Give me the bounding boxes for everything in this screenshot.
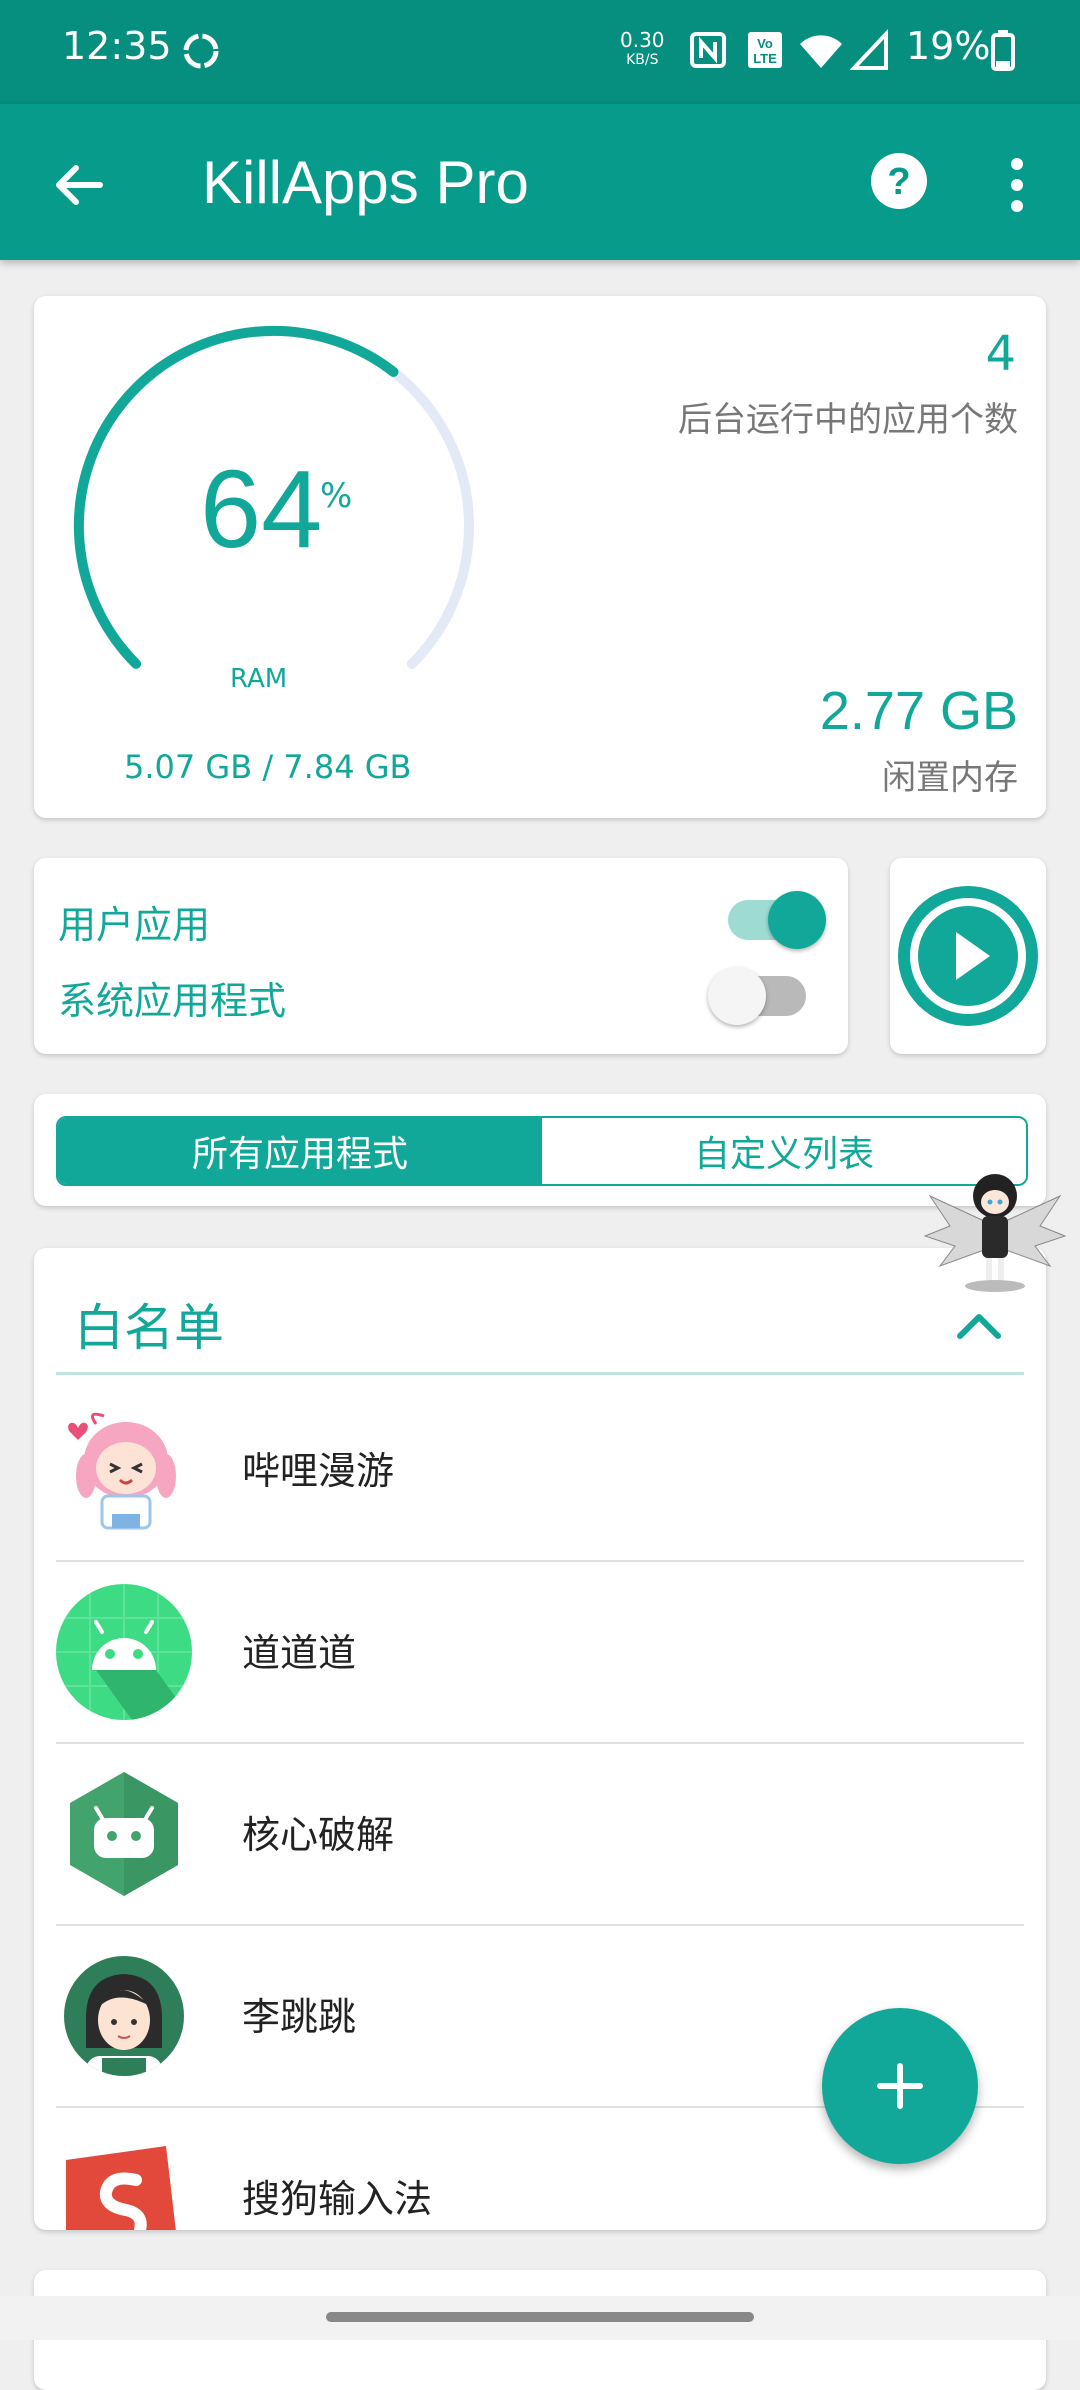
signal-icon bbox=[850, 28, 888, 70]
battery-percent: 19% bbox=[906, 24, 991, 68]
list-item[interactable]: 核心破解 bbox=[56, 1742, 1024, 1926]
tab-all-apps[interactable]: 所有应用程式 bbox=[58, 1118, 542, 1184]
core-patch-app-icon bbox=[70, 1772, 178, 1896]
ram-percent-sign: % bbox=[320, 476, 353, 516]
segmented-tabs: 所有应用程式 自定义列表 bbox=[56, 1116, 1028, 1186]
sync-icon bbox=[183, 33, 219, 69]
ram-label: RAM bbox=[230, 664, 288, 694]
ram-card: 64 % RAM 5.07 GB / 7.84 GB 4 后台运行中的应用个数 … bbox=[34, 296, 1046, 818]
home-gesture-handle[interactable] bbox=[326, 2312, 754, 2322]
app-name: 核心破解 bbox=[242, 1813, 395, 1857]
kill-apps-card bbox=[890, 858, 1046, 1054]
android-app-icon bbox=[56, 1584, 192, 1720]
wifi-icon bbox=[800, 35, 842, 68]
app-name: 李跳跳 bbox=[242, 1995, 357, 2039]
status-time: 12:35 bbox=[62, 24, 172, 68]
li-tiaotiao-app-icon bbox=[64, 1956, 184, 2076]
free-memory-value: 2.77 GB bbox=[819, 681, 1018, 741]
app-title: KillApps Pro bbox=[202, 149, 529, 216]
ram-used-total: 5.07 GB / 7.84 GB bbox=[124, 748, 412, 786]
ram-percent: 64 bbox=[200, 448, 323, 571]
volte-icon: Vo LTE bbox=[748, 32, 782, 68]
svg-text:LTE: LTE bbox=[753, 51, 777, 66]
chevron-up-icon[interactable] bbox=[954, 1308, 1004, 1342]
background-app-label: 后台运行中的应用个数 bbox=[678, 400, 1018, 440]
switch-knob bbox=[708, 967, 766, 1025]
list-item[interactable]: 哔哩漫游 bbox=[56, 1378, 1024, 1562]
plus-icon bbox=[877, 2063, 923, 2109]
net-speed-unit: KB/S bbox=[626, 52, 659, 68]
list-tabs-card: 所有应用程式 自定义列表 bbox=[34, 1094, 1046, 1206]
nfc-icon bbox=[690, 32, 726, 68]
whitelist-title: 白名单 bbox=[74, 1299, 224, 1357]
svg-text:?: ? bbox=[887, 161, 910, 203]
system-apps-switch[interactable] bbox=[708, 967, 806, 1025]
user-apps-label: 用户应用 bbox=[58, 903, 211, 947]
app-name: 搜狗输入法 bbox=[242, 2177, 433, 2221]
back-arrow-icon[interactable] bbox=[48, 154, 110, 216]
add-app-button[interactable] bbox=[822, 2008, 978, 2164]
switch-knob bbox=[768, 891, 826, 949]
more-vert-icon[interactable] bbox=[990, 154, 1044, 216]
free-memory-label: 闲置内存 bbox=[882, 758, 1018, 798]
user-apps-switch[interactable] bbox=[728, 891, 826, 949]
app-bar: KillApps Pro ? bbox=[0, 104, 1080, 260]
play-icon[interactable] bbox=[896, 884, 1040, 1028]
system-apps-label: 系统应用程式 bbox=[58, 979, 287, 1023]
list-item[interactable]: 道道道 bbox=[56, 1560, 1024, 1744]
sogou-keyboard-app-icon bbox=[66, 2146, 176, 2230]
mascot-decoration-icon bbox=[923, 1174, 1067, 1292]
help-icon[interactable]: ? bbox=[868, 150, 930, 212]
net-speed-value: 0.30 bbox=[620, 28, 665, 52]
background-app-count: 4 bbox=[985, 326, 1016, 382]
status-bar: 12:35 0.30 KB/S Vo LTE 19% bbox=[0, 0, 1080, 104]
app-type-filter-card: 用户应用 系统应用程式 bbox=[34, 858, 848, 1054]
app-name: 道道道 bbox=[242, 1631, 357, 1675]
battery-icon bbox=[991, 30, 1015, 71]
anime-girl-app-icon bbox=[68, 1412, 176, 1530]
net-speed: 0.30 KB/S bbox=[620, 30, 665, 70]
app-name: 哔哩漫游 bbox=[242, 1449, 395, 1493]
svg-text:Vo: Vo bbox=[757, 36, 773, 51]
gesture-nav-bar bbox=[0, 2296, 1080, 2340]
header-divider bbox=[56, 1372, 1024, 1375]
